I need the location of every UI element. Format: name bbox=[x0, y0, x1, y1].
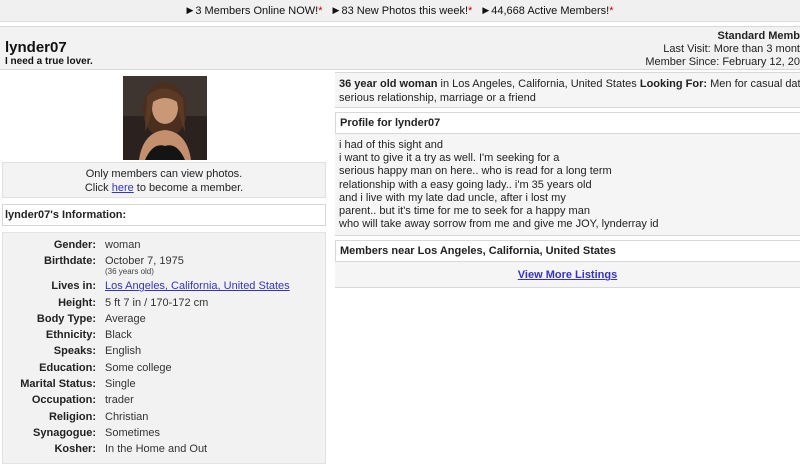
profile-line: i want to give it a try as well. I'm see… bbox=[339, 152, 560, 165]
info-label: Occupation: bbox=[31, 394, 96, 407]
info-label: Lives in: bbox=[51, 280, 96, 293]
summary-line2: serious relationship, marriage or a frie… bbox=[339, 92, 536, 104]
info-row-occupation: Occupation: trader bbox=[3, 394, 325, 410]
info-row-marital-status: Marital Status: Single bbox=[3, 378, 325, 394]
info-row-ethnicity: Ethnicity: Black bbox=[3, 329, 325, 345]
info-value: Sometimes bbox=[105, 426, 161, 439]
arrow-right-icon: ▶ bbox=[332, 5, 340, 15]
info-label: Religion: bbox=[48, 410, 96, 423]
left-column: Only members can view photos. Click here… bbox=[2, 72, 328, 464]
info-value: Some college bbox=[105, 361, 172, 374]
profile-line: relationship with a easy going lady.. i'… bbox=[339, 178, 592, 191]
info-label: Kosher: bbox=[54, 443, 96, 456]
arrow-right-icon: ▶ bbox=[186, 5, 194, 15]
profile-line: i had of this sight and bbox=[339, 139, 443, 151]
summary-line1: 36 year old woman in Los Angeles, Califo… bbox=[339, 77, 800, 91]
info-row-lives-in: Lives in: Los Angeles, California, United… bbox=[3, 280, 325, 296]
info-label: Ethnicity: bbox=[45, 329, 96, 342]
stat-text: 83 New Photos this week! bbox=[341, 4, 469, 17]
stat-text: 44,668 Active Members! bbox=[491, 4, 610, 17]
photo-note-text: to become a member. bbox=[133, 182, 244, 194]
arrow-right-icon: ▶ bbox=[482, 5, 490, 15]
info-label: Gender: bbox=[53, 239, 96, 251]
last-visit: Last Visit: More than 3 mont bbox=[663, 43, 800, 55]
looking-for-value: Men for casual dating, a bbox=[710, 78, 800, 90]
info-row-kosher: Kosher: In the Home and Out bbox=[3, 443, 325, 459]
birthdate-value: October 7, 1975 bbox=[105, 255, 184, 268]
looking-for-label: Looking For: bbox=[639, 78, 708, 90]
info-value: In the Home and Out bbox=[105, 443, 208, 456]
info-value: Black bbox=[105, 329, 132, 342]
info-value: Average bbox=[105, 312, 146, 325]
profile-description: i had of this sight and i want to give i… bbox=[335, 134, 800, 237]
info-row-speaks: Speaks: English bbox=[3, 345, 325, 361]
profile-username: lynder07 bbox=[5, 39, 67, 56]
info-value: English bbox=[105, 345, 142, 358]
view-more-listings-link[interactable]: View More Listings bbox=[518, 269, 617, 281]
summary-age-gender: 36 year old woman bbox=[339, 78, 438, 90]
info-row-gender: Gender: woman bbox=[3, 239, 325, 255]
summary-location: in Los Angeles, California, United State… bbox=[437, 78, 640, 90]
asterisk-icon: * bbox=[468, 4, 473, 17]
site-stats-bar: ▶ 3 Members Online NOW! * ▶ 83 New Photos t… bbox=[0, 0, 800, 22]
info-row-religion: Religion: Christian bbox=[3, 411, 325, 427]
info-row-synagogue: Synagogue: Sometimes bbox=[3, 427, 325, 443]
photo-area bbox=[2, 72, 328, 160]
profile-photo-image bbox=[123, 76, 207, 160]
profile-heading: Profile for lynder07 bbox=[335, 112, 800, 134]
info-value: trader bbox=[105, 394, 134, 407]
info-row-birthdate: Birthdate: October 7, 1975 (36 years old) bbox=[3, 255, 325, 280]
info-value: October 7, 1975 (36 years old) bbox=[99, 255, 184, 280]
asterisk-icon: * bbox=[609, 4, 614, 17]
information-heading: lynder07's Information: bbox=[2, 204, 326, 226]
stat-active-members: ▶ 44,668 Active Members! * bbox=[482, 5, 613, 17]
profile-tagline: I need a true lover. bbox=[5, 56, 93, 67]
profile-line: and i live with my late dad uncle, after… bbox=[339, 191, 566, 204]
photo-restriction-note: Only members can view photos. Click here… bbox=[2, 162, 326, 198]
profile-line: serious happy man on here.. who is read … bbox=[339, 165, 612, 178]
stat-members-online: ▶ 3 Members Online NOW! * bbox=[186, 5, 322, 17]
membership-type: Standard Memb bbox=[717, 30, 800, 42]
info-row-body-type: Body Type: Average bbox=[3, 313, 325, 329]
profile-line: who will take away sorrow from me and gi… bbox=[339, 218, 659, 231]
profile-photo[interactable] bbox=[123, 76, 207, 160]
membership-info: Standard Memb Last Visit: More than 3 mo… bbox=[645, 30, 800, 69]
info-value: Christian bbox=[105, 410, 149, 423]
info-label: Education: bbox=[39, 361, 96, 374]
view-more-area: View More Listings bbox=[335, 262, 800, 289]
info-label: Height: bbox=[58, 296, 96, 309]
photo-note-line1: Only members can view photos. bbox=[85, 168, 243, 180]
info-value: Single bbox=[105, 378, 136, 391]
stat-text: 3 Members Online NOW! bbox=[195, 4, 319, 17]
location-link[interactable]: Los Angeles, California, United States bbox=[105, 280, 290, 292]
info-label: Speaks: bbox=[53, 345, 96, 358]
right-column: 36 year old woman in Los Angeles, Califo… bbox=[335, 72, 800, 289]
info-label: Synagogue: bbox=[33, 426, 96, 439]
info-value: woman bbox=[105, 239, 141, 251]
info-row-education: Education: Some college bbox=[3, 362, 325, 378]
info-label: Birthdate: bbox=[44, 255, 96, 268]
info-label: Marital Status: bbox=[20, 378, 96, 391]
member-since: Member Since: February 12, 20 bbox=[645, 56, 800, 68]
info-label: Body Type: bbox=[36, 312, 96, 325]
become-member-link[interactable]: here bbox=[112, 182, 134, 194]
info-value: 5 ft 7 in / 170-172 cm bbox=[105, 296, 209, 309]
profile-line: parent.. but it's time for me to seek fo… bbox=[339, 205, 590, 218]
information-table: Gender: woman Birthdate: October 7, 1975 (3… bbox=[2, 232, 326, 464]
photo-note-line2: Click here to become a member. bbox=[3, 181, 325, 195]
asterisk-icon: * bbox=[318, 4, 323, 17]
age-note: (36 years old) bbox=[105, 267, 154, 277]
stat-new-photos: ▶ 83 New Photos this week! * bbox=[333, 5, 473, 17]
info-value: Los Angeles, California, United States bbox=[99, 280, 290, 296]
nearby-members-heading: Members near Los Angeles, California, Un… bbox=[335, 240, 800, 263]
profile-summary: 36 year old woman in Los Angeles, Califo… bbox=[335, 72, 800, 108]
profile-header: lynder07 I need a true lover. Standard M… bbox=[0, 26, 800, 70]
photo-note-text: Click bbox=[84, 182, 112, 194]
info-row-height: Height: 5 ft 7 in / 170-172 cm bbox=[3, 297, 325, 313]
